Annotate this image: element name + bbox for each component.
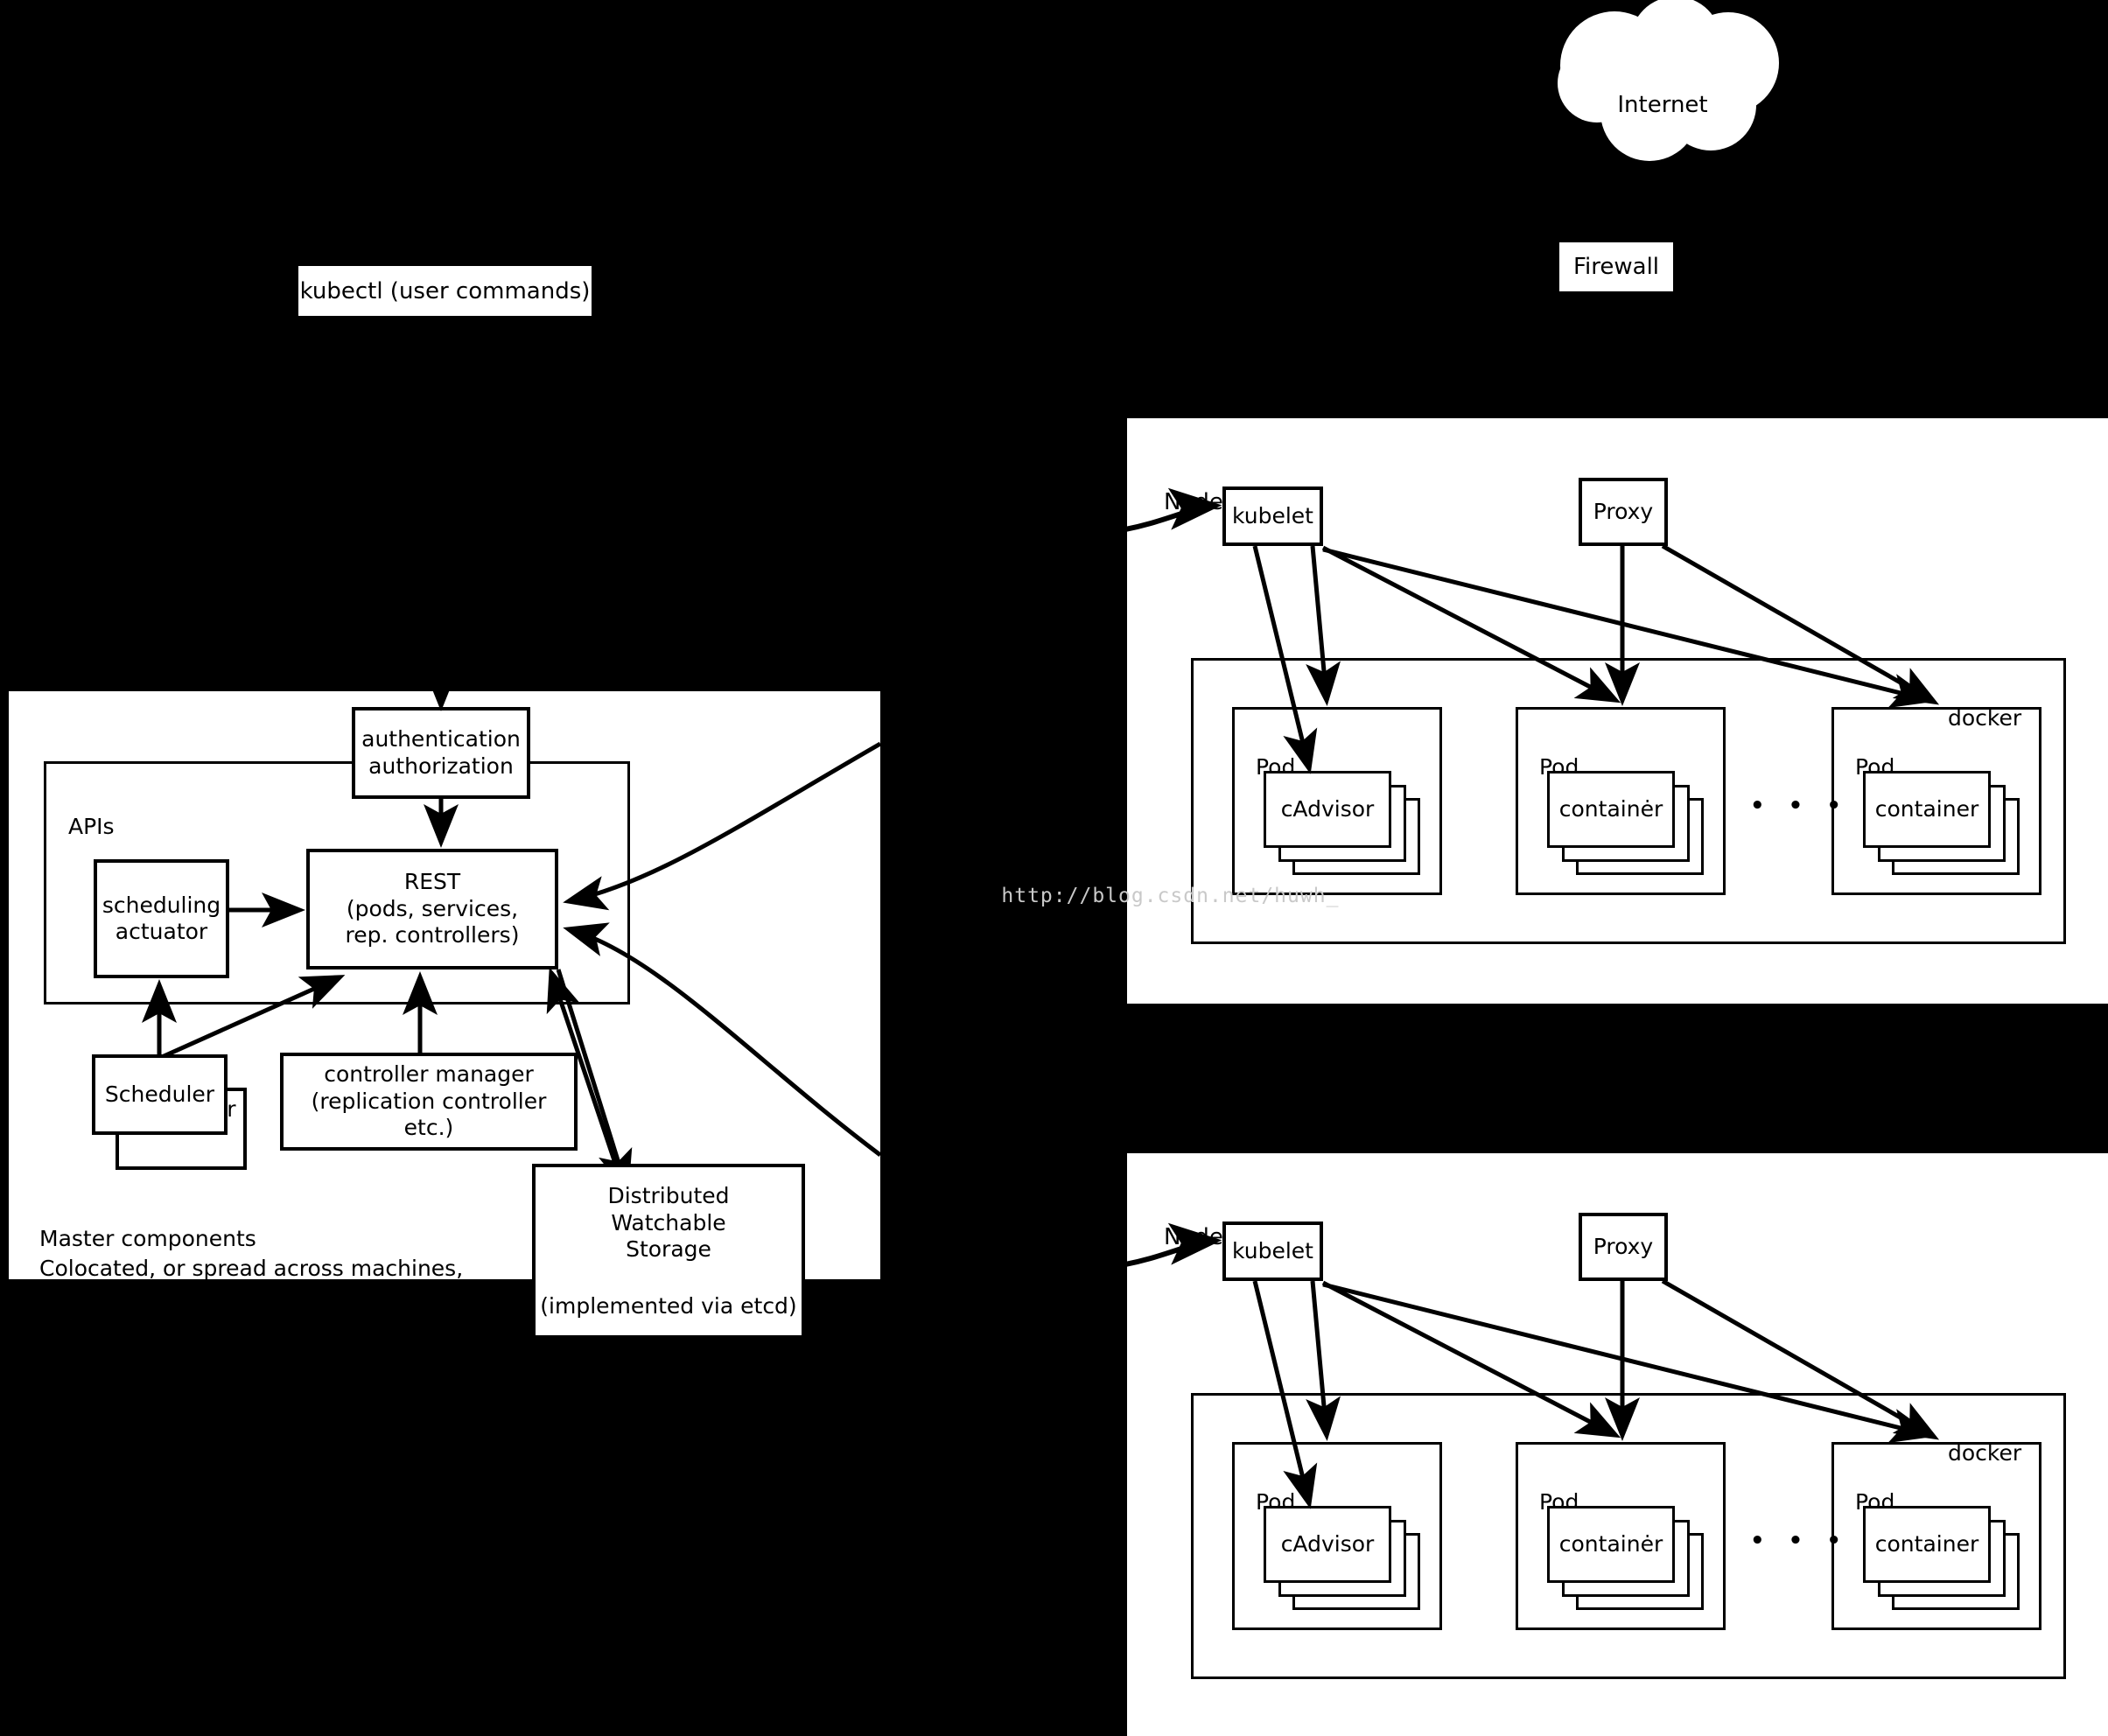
- node-panel-2: Node kubelet Proxy docker Pod cAdvisor P…: [1127, 1153, 2108, 1736]
- internet-label: Internet: [1617, 92, 1708, 119]
- scheduling-actuator-label: scheduling actuator: [102, 892, 221, 945]
- container-label-1-2: containėr: [1558, 795, 1663, 822]
- node-label-1: Node: [1164, 489, 1223, 516]
- controller-manager-label: controller manager (replication controll…: [311, 1061, 547, 1141]
- scheduling-actuator-box[interactable]: scheduling actuator: [94, 859, 229, 978]
- kubelet-label-2: kubelet: [1232, 1237, 1313, 1264]
- container-box-2-1[interactable]: cAdvisor: [1264, 1506, 1391, 1583]
- kubelet-box-2[interactable]: kubelet: [1222, 1222, 1323, 1281]
- container-label-2-1: cAdvisor: [1280, 1530, 1375, 1557]
- rest-api-box[interactable]: REST (pods, services, rep. controllers): [306, 849, 558, 970]
- kubectl-box[interactable]: kubectl (user commands): [298, 266, 592, 316]
- proxy-label-2: Proxy: [1593, 1233, 1654, 1259]
- proxy-box-1[interactable]: Proxy: [1579, 478, 1668, 546]
- scheduler-label: Scheduler: [104, 1081, 215, 1107]
- rest-api-label: REST (pods, services, rep. controllers): [345, 869, 520, 948]
- node-label-2: Node: [1164, 1224, 1223, 1251]
- kubelet-label-1: kubelet: [1232, 502, 1313, 528]
- apis-group-label: APIs: [68, 813, 115, 839]
- proxy-box-2[interactable]: Proxy: [1579, 1213, 1668, 1281]
- container-box-1-3[interactable]: container: [1863, 771, 1991, 848]
- firewall-label: Firewall: [1572, 254, 1660, 280]
- kubectl-label: kubectl (user commands): [299, 277, 591, 304]
- firewall-box[interactable]: Firewall: [1559, 242, 1673, 291]
- diagram-canvas: kubectl (user commands) Internet Firewal…: [0, 0, 2108, 1736]
- container-box-2-3[interactable]: container: [1863, 1506, 1991, 1583]
- distributed-storage-sub-label: (implemented via etcd): [540, 1292, 797, 1319]
- authentication-authorization-label: authentication authorization: [361, 726, 521, 779]
- internet-label-wrap: Internet: [1588, 60, 1737, 121]
- controller-manager-box[interactable]: controller manager (replication controll…: [280, 1053, 578, 1151]
- scheduler-box-front[interactable]: Scheduler: [92, 1054, 228, 1135]
- authentication-authorization-box[interactable]: authentication authorization: [352, 707, 530, 799]
- container-box-1-1[interactable]: cAdvisor: [1264, 771, 1391, 848]
- container-label-1-1: cAdvisor: [1280, 795, 1375, 822]
- container-label-2-2: containėr: [1558, 1530, 1663, 1557]
- container-box-2-2[interactable]: containėr: [1547, 1506, 1675, 1583]
- container-box-1-2[interactable]: containėr: [1547, 771, 1675, 848]
- watermark-text: http://blog.csdn.net/huwh_: [1001, 885, 1340, 907]
- container-label-2-3: container: [1874, 1530, 1979, 1557]
- proxy-label-1: Proxy: [1593, 498, 1654, 524]
- container-label-1-3: container: [1874, 795, 1979, 822]
- distributed-storage-label: Distributed Watchable Storage: [607, 1183, 730, 1262]
- distributed-storage-box[interactable]: Distributed Watchable Storage (implement…: [532, 1164, 805, 1339]
- kubelet-box-1[interactable]: kubelet: [1222, 486, 1323, 546]
- master-caption: Master components Colocated, or spread a…: [39, 1225, 464, 1279]
